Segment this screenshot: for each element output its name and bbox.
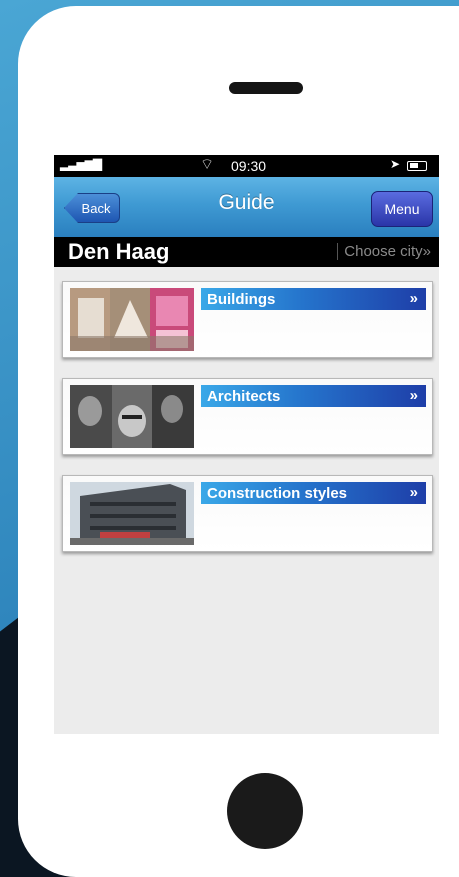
city-bar: Den Haag Choose city» [54, 237, 439, 267]
menu-button[interactable]: Menu [371, 191, 433, 227]
chevron-right-icon: » [409, 387, 418, 404]
choose-city-link[interactable]: Choose city» [337, 243, 431, 260]
item-label: Buildings [207, 290, 276, 308]
list-item-construction-styles[interactable]: Construction styles » [62, 475, 433, 552]
wifi-icon: ⌔ [200, 156, 215, 173]
chevron-right-icon: » [409, 484, 418, 501]
item-label: Construction styles [207, 484, 348, 502]
phone-speaker [229, 82, 303, 94]
city-name: Den Haag [68, 239, 170, 264]
buildings-label-bar: Buildings » [201, 288, 426, 310]
chevron-right-icon: » [409, 290, 418, 307]
battery-icon [407, 161, 427, 171]
architects-thumbnail [70, 385, 194, 448]
phone-screen: ▂▃▅▆▇ ⌔ 09:30 ➤ Back Guide Menu Den Haag… [54, 155, 439, 734]
home-button[interactable] [227, 773, 303, 849]
buildings-thumbnail [70, 288, 194, 351]
construction-styles-thumbnail [70, 482, 194, 545]
navigation-bar: Back Guide Menu [54, 177, 439, 241]
construction-styles-label-bar: Construction styles » [201, 482, 426, 504]
list-item-buildings[interactable]: Buildings » [62, 281, 433, 358]
signal-icon: ▂▃▅▆▇ [60, 157, 102, 171]
architects-label-bar: Architects » [201, 385, 426, 407]
location-icon: ➤ [390, 157, 401, 171]
status-bar: ▂▃▅▆▇ ⌔ 09:30 ➤ [54, 155, 439, 177]
status-time: 09:30 [231, 158, 267, 174]
item-label: Architects [207, 387, 281, 405]
list-item-architects[interactable]: Architects » [62, 378, 433, 455]
